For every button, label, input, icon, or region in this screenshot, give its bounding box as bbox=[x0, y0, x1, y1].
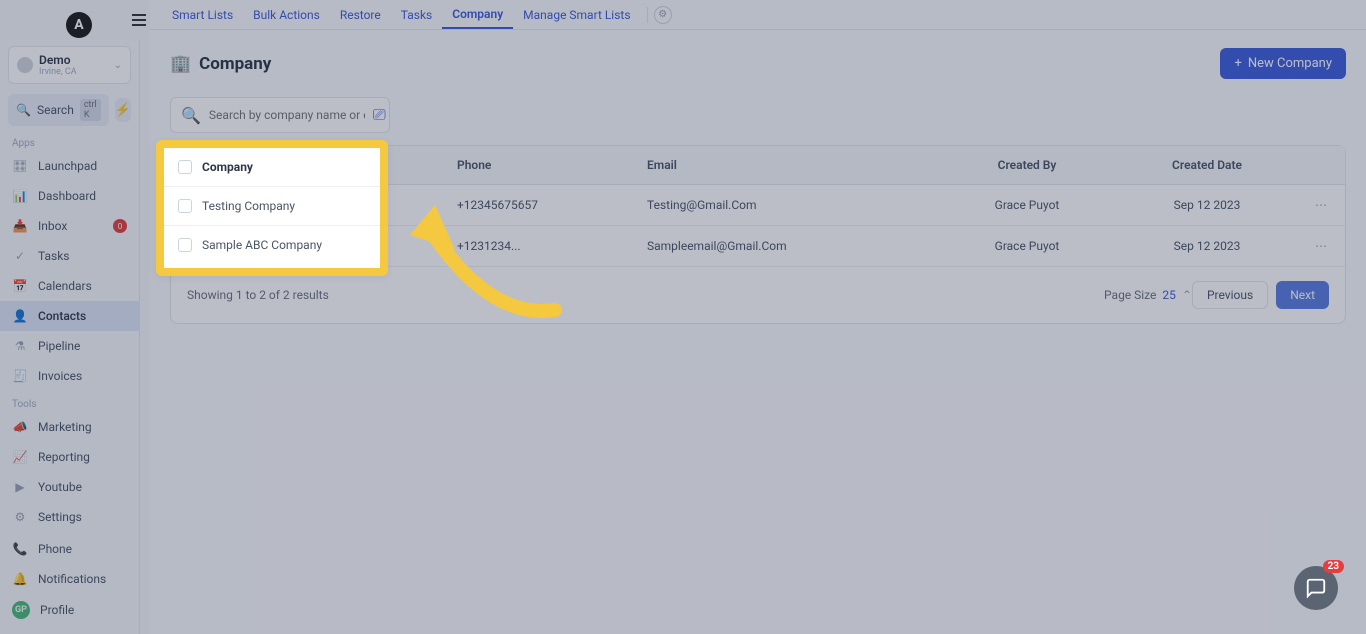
sidebar-item-notifications[interactable]: 🔔Notifications bbox=[0, 564, 139, 594]
location-name: Demo bbox=[39, 53, 108, 67]
sidebar-item-invoices[interactable]: 🧾Invoices bbox=[0, 361, 139, 391]
new-company-button[interactable]: + New Company bbox=[1220, 48, 1346, 79]
col-created-date: Created Date bbox=[1127, 158, 1287, 172]
app-avatar[interactable]: A bbox=[66, 12, 92, 38]
hamburger-icon[interactable] bbox=[132, 10, 152, 30]
location-sub: Irvine, CA bbox=[39, 67, 108, 77]
tab-manage-smart-lists[interactable]: Manage Smart Lists bbox=[513, 2, 640, 28]
page-size-value[interactable]: 25 bbox=[1162, 288, 1176, 302]
sidebar-item-tasks[interactable]: ✓Tasks bbox=[0, 241, 139, 271]
sidebar-item-launchpad[interactable]: 🎛Launchpad bbox=[0, 151, 139, 181]
sidebar-item-pipeline[interactable]: ⚗Pipeline bbox=[0, 331, 139, 361]
global-search-button[interactable]: 🔍 Search ctrl K bbox=[8, 94, 109, 126]
section-tools: Tools bbox=[0, 391, 139, 412]
col-phone: Phone bbox=[457, 158, 647, 172]
search-icon: 🔍 bbox=[181, 106, 201, 125]
page-title: 🏢 Company bbox=[170, 54, 271, 74]
gear-icon: ⚙ bbox=[12, 509, 28, 525]
section-apps: Apps bbox=[0, 130, 139, 151]
chat-badge: 23 bbox=[1323, 560, 1344, 573]
search-icon: 🔍 bbox=[16, 103, 31, 117]
results-text: Showing 1 to 2 of 2 results bbox=[187, 288, 1104, 302]
previous-button[interactable]: Previous bbox=[1192, 281, 1268, 309]
sidebar-item-profile[interactable]: GPProfile bbox=[0, 594, 139, 626]
reporting-icon: 📈 bbox=[12, 449, 28, 465]
row-actions-icon[interactable]: ⋯ bbox=[1287, 239, 1327, 253]
chevron-up-icon[interactable]: ⌃ bbox=[1182, 288, 1192, 302]
plus-icon: + bbox=[1234, 56, 1241, 71]
marketing-icon: 📣 bbox=[12, 419, 28, 435]
select-all-checkbox[interactable] bbox=[178, 160, 192, 174]
highlight-callout: Company Testing Company Sample ABC Compa… bbox=[156, 140, 388, 276]
inbox-icon: 📥 bbox=[12, 218, 28, 234]
location-selector[interactable]: Demo Irvine, CA ⌄ bbox=[8, 46, 131, 84]
location-avatar-icon bbox=[17, 57, 33, 73]
tab-bulk-actions[interactable]: Bulk Actions bbox=[243, 2, 330, 28]
filter-icon[interactable]: ⎚ bbox=[373, 105, 386, 125]
company-search-input[interactable] bbox=[209, 108, 365, 122]
main-content: Smart Lists Bulk Actions Restore Tasks C… bbox=[150, 0, 1366, 634]
sidebar: Demo Irvine, CA ⌄ 🔍 Search ctrl K ⚡ Apps… bbox=[0, 40, 140, 634]
company-icon: 🏢 bbox=[170, 54, 191, 74]
col-created-by: Created By bbox=[927, 158, 1127, 172]
annotation-arrow-icon bbox=[400, 180, 570, 330]
tab-divider bbox=[647, 7, 648, 23]
tab-settings-icon[interactable]: ⚙ bbox=[654, 6, 672, 24]
chat-fab[interactable]: 23 bbox=[1294, 566, 1338, 610]
sidebar-item-dashboard[interactable]: 📊Dashboard bbox=[0, 181, 139, 211]
chevron-down-icon: ⌄ bbox=[114, 60, 122, 71]
invoices-icon: 🧾 bbox=[12, 368, 28, 384]
inbox-badge: 0 bbox=[113, 219, 127, 233]
launchpad-icon: 🎛 bbox=[12, 158, 28, 174]
row-actions-icon[interactable]: ⋯ bbox=[1287, 198, 1327, 212]
phone-icon: 📞 bbox=[12, 541, 28, 557]
company-search-box[interactable]: 🔍 ⎚ bbox=[170, 97, 390, 133]
bolt-button[interactable]: ⚡ bbox=[115, 98, 131, 122]
sidebar-item-calendars[interactable]: 📅Calendars bbox=[0, 271, 139, 301]
tab-bar: Smart Lists Bulk Actions Restore Tasks C… bbox=[150, 0, 1366, 30]
page-size-label: Page Size bbox=[1104, 288, 1156, 302]
tab-company[interactable]: Company bbox=[442, 1, 513, 29]
sidebar-item-marketing[interactable]: 📣Marketing bbox=[0, 412, 139, 442]
tab-smart-lists[interactable]: Smart Lists bbox=[162, 2, 243, 28]
pipeline-icon: ⚗ bbox=[12, 338, 28, 354]
col-email: Email bbox=[647, 158, 927, 172]
youtube-icon: ▶ bbox=[12, 479, 28, 495]
search-label: Search bbox=[37, 103, 74, 117]
profile-avatar: GP bbox=[12, 601, 30, 619]
bell-icon: 🔔 bbox=[12, 571, 28, 587]
tasks-icon: ✓ bbox=[12, 248, 28, 264]
search-shortcut: ctrl K bbox=[80, 99, 101, 121]
tab-restore[interactable]: Restore bbox=[330, 2, 391, 28]
sidebar-item-settings[interactable]: ⚙Settings bbox=[0, 502, 139, 532]
row-checkbox[interactable] bbox=[178, 199, 192, 213]
row-checkbox[interactable] bbox=[178, 238, 192, 252]
dashboard-icon: 📊 bbox=[12, 188, 28, 204]
sidebar-item-youtube[interactable]: ▶Youtube bbox=[0, 472, 139, 502]
next-button[interactable]: Next bbox=[1276, 281, 1329, 309]
calendar-icon: 📅 bbox=[12, 278, 28, 294]
contacts-icon: 👤 bbox=[12, 308, 28, 324]
sidebar-item-contacts[interactable]: 👤Contacts bbox=[0, 301, 139, 331]
tab-tasks[interactable]: Tasks bbox=[391, 2, 443, 28]
sidebar-item-phone[interactable]: 📞Phone bbox=[0, 534, 139, 564]
sidebar-item-reporting[interactable]: 📈Reporting bbox=[0, 442, 139, 472]
chat-icon bbox=[1305, 577, 1327, 599]
sidebar-item-inbox[interactable]: 📥Inbox0 bbox=[0, 211, 139, 241]
